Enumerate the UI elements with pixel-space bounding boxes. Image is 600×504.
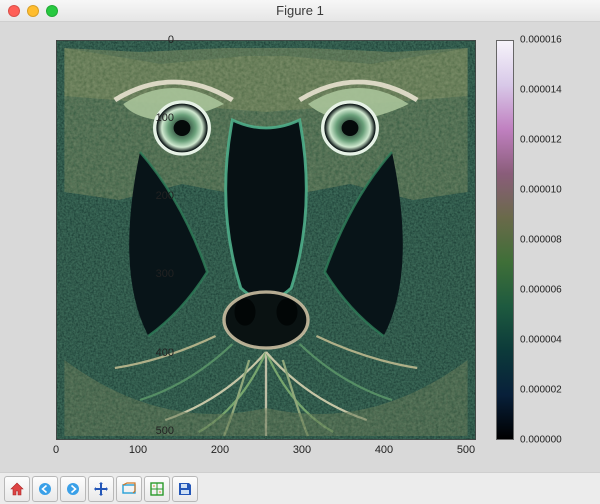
back-icon (37, 481, 53, 497)
colorbar-tick-label: 0.000004 (520, 335, 590, 346)
y-tick-label: 300 (144, 268, 174, 280)
forward-icon (65, 481, 81, 497)
zoom-button[interactable] (116, 476, 142, 502)
x-tick-label: 500 (451, 444, 481, 456)
plot-image (56, 40, 476, 440)
window-titlebar: Figure 1 (0, 0, 600, 22)
colorbar-tick-label: 0.000012 (520, 135, 590, 146)
colorbar-tick-label: 0.000006 (520, 285, 590, 296)
colorbar-tick-label: 0.000002 (520, 385, 590, 396)
y-tick-label: 500 (144, 425, 174, 437)
colorbar-tick-label: 0.000008 (520, 235, 590, 246)
colorbar-tick-label: 0.000016 (520, 35, 590, 46)
x-tick-label: 200 (205, 444, 235, 456)
y-tick-label: 400 (144, 347, 174, 359)
forward-button[interactable] (60, 476, 86, 502)
figure-canvas: 0 100 200 300 400 500 0 100 200 300 400 … (0, 22, 600, 472)
x-tick-label: 100 (123, 444, 153, 456)
back-button[interactable] (32, 476, 58, 502)
y-tick-label: 0 (144, 34, 174, 46)
x-tick-label: 0 (41, 444, 71, 456)
colorbar-tick-label: 0.000000 (520, 435, 590, 446)
subplots-button[interactable] (144, 476, 170, 502)
pan-icon (93, 481, 109, 497)
colorbar-tick-label: 0.000010 (520, 185, 590, 196)
home-icon (9, 481, 25, 497)
y-tick-label: 100 (144, 112, 174, 124)
window-title: Figure 1 (0, 3, 600, 18)
save-icon (177, 481, 193, 497)
zoom-icon (121, 481, 137, 497)
plot-axes[interactable] (56, 40, 476, 440)
colorbar-tick-label: 0.000014 (520, 85, 590, 96)
pan-button[interactable] (88, 476, 114, 502)
home-button[interactable] (4, 476, 30, 502)
y-tick-label: 200 (144, 190, 174, 202)
save-button[interactable] (172, 476, 198, 502)
colorbar (496, 40, 514, 440)
colorbar-gradient (497, 41, 513, 439)
x-tick-label: 300 (287, 444, 317, 456)
x-tick-label: 400 (369, 444, 399, 456)
subplots-icon (149, 481, 165, 497)
matplotlib-toolbar (0, 472, 600, 504)
